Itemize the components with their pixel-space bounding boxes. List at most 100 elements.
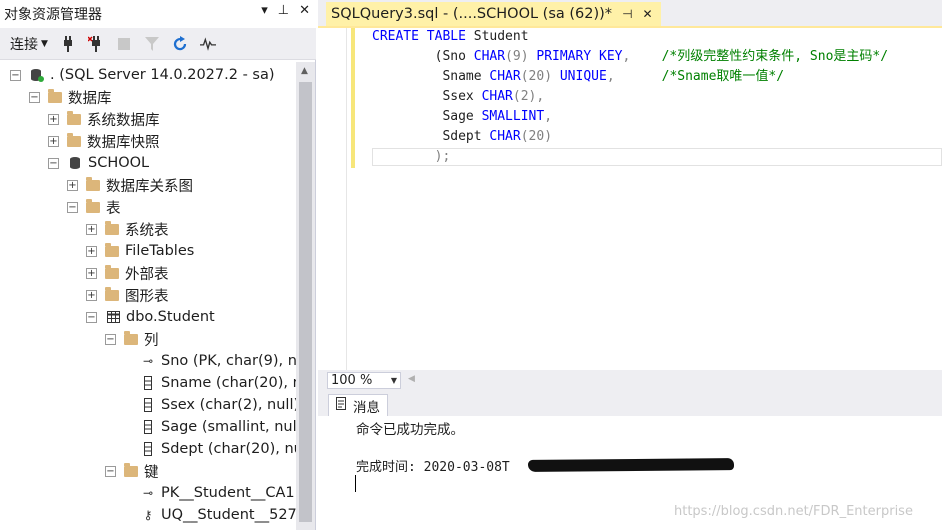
folder-icon [67,132,81,147]
column-icon [140,376,156,390]
refresh-icon[interactable] [172,35,188,52]
column-icon [140,442,156,456]
tree-node-external-tables[interactable]: + 外部表 [86,262,169,284]
tree-label: Sdept (char(20), nu [161,441,296,457]
code-token: Sage [372,109,482,124]
expand-icon[interactable]: + [86,267,97,279]
tree-node-school[interactable]: − SCHOOL [48,152,149,174]
code-token: CHAR [481,89,513,104]
filter-icon[interactable] [144,36,160,52]
code-token: /*Sname取唯一值*/ [661,69,785,84]
expand-icon[interactable]: + [86,245,97,257]
message-success: 命令已成功完成。 [356,422,464,438]
close-icon[interactable]: ✕ [643,7,653,21]
stop-icon[interactable] [116,36,132,52]
tree-node-column-sage[interactable]: Sage (smallint, nul [140,416,296,438]
watermark: https://blog.csdn.net/FDR_Enterprise [674,504,913,519]
disconnect-plug-icon[interactable] [87,35,104,52]
code-token: (Sno [372,49,474,64]
code-line[interactable]: Sdept CHAR(20) [372,127,888,147]
code-line[interactable]: Ssex CHAR(2), [372,87,888,107]
connect-button[interactable]: 连接 ▼ [10,34,48,54]
tree-label: PK__Student__CA1 [161,485,295,501]
change-marker [351,28,355,168]
tree-node-tables[interactable]: − 表 [67,196,121,218]
dropdown-icon[interactable]: ▾ [261,3,268,18]
collapse-icon[interactable]: − [105,465,116,477]
tree-node-filetables[interactable]: + FileTables [86,240,194,262]
tree-node-column-ssex[interactable]: Ssex (char(2), null) [140,394,296,416]
folder-icon [67,110,81,125]
object-explorer-panel: 对象资源管理器 ▾ ⊥ ✕ 连接 ▼ − . (SQL Server 14.0.… [0,0,316,530]
code-token: ); [372,149,451,164]
code-line[interactable]: CREATE TABLE Student [372,27,888,47]
tree-label: UQ__Student__527 [161,507,296,523]
activity-monitor-icon[interactable] [199,36,216,52]
connect-plug-icon[interactable] [60,35,76,52]
code-line[interactable]: ); [372,147,888,167]
folder-icon [105,264,119,279]
folder-icon [124,330,138,345]
collapse-icon[interactable]: − [86,311,97,323]
code-token: CREATE TABLE [372,29,474,44]
collapse-icon[interactable]: − [67,201,78,213]
tree-node-dbo-student[interactable]: − dbo.Student [86,306,215,328]
sql-code[interactable]: CREATE TABLE Student (Sno CHAR(9) PRIMAR… [372,27,888,167]
primary-key-icon: ⊸ [142,486,154,500]
scrollbar-thumb[interactable] [299,82,312,522]
unique-key-icon: ⚷ [143,508,153,522]
code-token: , [544,109,553,124]
collapse-icon[interactable]: − [29,91,40,103]
expand-icon[interactable]: + [86,289,97,301]
document-tab[interactable]: SQLQuery3.sql - (....SCHOOL (sa (62))* ⊣… [326,2,661,26]
collapse-icon[interactable]: − [48,157,59,169]
code-line[interactable]: Sage SMALLINT, [372,107,888,127]
tree-node-database-diagrams[interactable]: + 数据库关系图 [67,174,193,196]
primary-key-column-icon: ⊸ [142,354,154,368]
object-explorer-scrollbar[interactable]: ▲ [296,62,315,530]
tree-node-system-tables[interactable]: + 系统表 [86,218,169,240]
expand-icon[interactable]: + [86,223,97,235]
tree-label: Sage (smallint, nul [161,419,296,435]
editor-divider [346,28,347,370]
code-token: (9) [505,49,537,64]
messages-tab[interactable]: 消息 [328,394,388,416]
pin-icon[interactable]: ⊣ [622,7,632,21]
expand-icon[interactable]: + [67,179,78,191]
tree-label: 外部表 [125,266,169,283]
connect-label: 连接 [10,36,38,53]
pin-icon[interactable]: ⊥ [278,3,289,18]
expand-icon[interactable]: + [48,113,59,125]
code-token: , [622,49,662,64]
code-token: Ssex [372,89,482,104]
code-line[interactable]: (Sno CHAR(9) PRIMARY KEY, /*列级完整性约束条件, S… [372,47,888,67]
close-icon[interactable]: ✕ [299,3,310,18]
collapse-icon[interactable]: − [105,333,116,345]
folder-icon [124,462,138,477]
tree-node-column-sno[interactable]: ⊸ Sno (PK, char(9), nu [140,350,296,372]
tree-node-unique-key[interactable]: ⚷ UQ__Student__527 [140,504,296,526]
scroll-up-icon[interactable]: ▲ [301,66,308,76]
expand-icon[interactable]: + [48,135,59,147]
tree-label: Ssex (char(2), null) [161,397,296,413]
tree-node-graph-tables[interactable]: + 图形表 [86,284,169,306]
tree-node-column-sname[interactable]: Sname (char(20), nu [140,372,296,394]
code-line[interactable]: Sname CHAR(20) UNIQUE, /*Sname取唯一值*/ [372,67,888,87]
tree-node-system-databases[interactable]: + 系统数据库 [48,108,160,130]
code-token: CHAR [489,69,521,84]
tree-node-keys[interactable]: − 键 [105,460,159,482]
zoom-select[interactable]: 100 % ▼ [327,372,401,389]
tree-node-column-sdept[interactable]: Sdept (char(20), nu [140,438,296,460]
tree-node-columns[interactable]: − 列 [105,328,159,350]
table-icon [105,311,121,323]
tree-node-databases[interactable]: − 数据库 [29,86,112,108]
tree-node-database-snapshots[interactable]: + 数据库快照 [48,130,160,152]
editor-margin [318,28,355,372]
scroll-left-icon[interactable]: ◀ [408,374,415,384]
folder-icon [105,242,119,257]
tree-node-primary-key[interactable]: ⊸ PK__Student__CA1 [140,482,295,504]
tree-label: 系统表 [125,222,169,239]
tree-label: FileTables [125,243,195,259]
collapse-icon[interactable]: − [10,69,21,81]
tree-node-server[interactable]: − . (SQL Server 14.0.2027.2 - sa) [10,64,275,86]
